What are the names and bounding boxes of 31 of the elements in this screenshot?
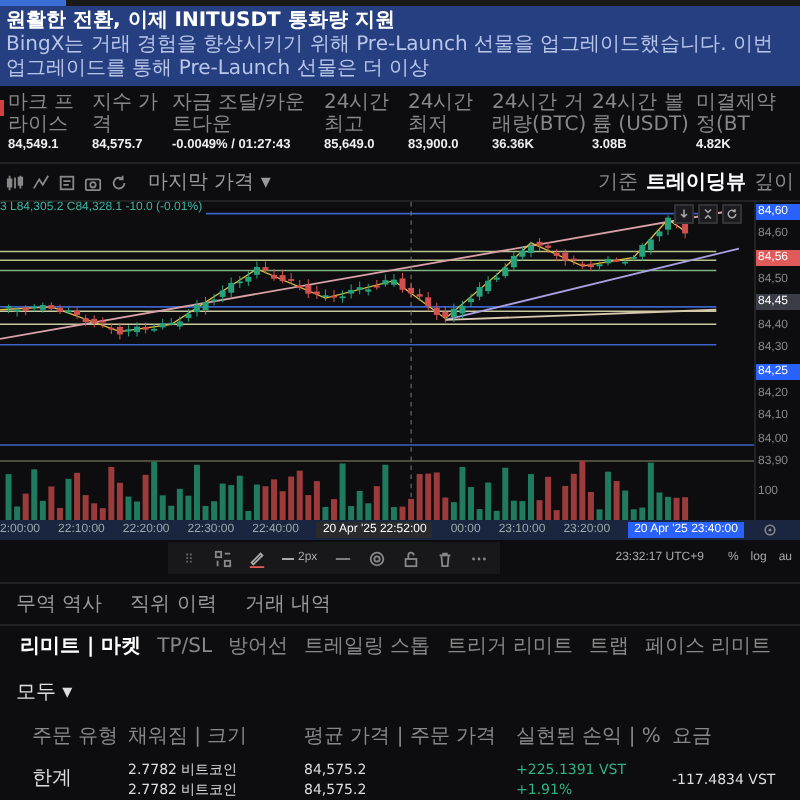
order-type-tab[interactable]: 트레일링 스톱 bbox=[304, 632, 431, 660]
stat-label: 24시간 최저 bbox=[408, 92, 476, 136]
view-tab[interactable]: 깊이 bbox=[754, 168, 794, 196]
column-header: 요금 bbox=[672, 724, 714, 750]
stat-label: 미결제약정(BT bbox=[696, 92, 776, 136]
history-tab[interactable]: 직위 이력 bbox=[130, 590, 217, 618]
stat-label: 24시간 볼륨 (USDT) bbox=[592, 92, 691, 136]
stat-label: 마크 프라이스 bbox=[8, 92, 77, 136]
column-header: 실현된 손익 | % bbox=[516, 724, 663, 750]
stat-label: 24시간 최고 bbox=[324, 92, 392, 136]
order-type-tab[interactable]: 방어선 bbox=[228, 632, 289, 660]
view-tab[interactable]: 트레이딩뷰 bbox=[646, 168, 746, 196]
stat-label: 자금 조달/카운트다운 bbox=[172, 92, 308, 136]
history-tab[interactable]: 무역 역사 bbox=[16, 590, 103, 618]
price-type-dropdown[interactable]: 마지막 가격 ▾ bbox=[148, 168, 271, 196]
column-header: 주문 유형 bbox=[32, 724, 121, 750]
banner-message: BingX는 거래 경험을 향상시키기 위해 Pre-Launch 선물을 업그레이드했습니다. 이번 업그레이드를 통해 Pre-Launch 선물은 더 이상 bbox=[6, 34, 776, 82]
column-header: 채워짐 | 크기 bbox=[128, 724, 250, 750]
stat-label: 지수 가격 bbox=[92, 92, 161, 136]
column-header: 평균 가격 | 주문 가격 bbox=[304, 724, 499, 750]
order-type-tab[interactable]: 트랩 bbox=[588, 632, 629, 660]
history-tab[interactable]: 거래 내역 bbox=[244, 590, 332, 618]
order-type-tab[interactable]: 리미트 | 마켓 bbox=[20, 632, 142, 660]
order-type-tab[interactable]: 트리거 리미트 bbox=[446, 632, 573, 660]
banner-title: 원활한 전환, 이제 INITUSDT 통화량 지원 bbox=[6, 10, 397, 34]
order-type-tab[interactable]: 페이스 리미트 bbox=[644, 632, 772, 660]
order-type-tab[interactable]: TP/SL bbox=[157, 632, 213, 660]
stat-label: 24시간 거래량(BTC) bbox=[492, 92, 588, 136]
table-cell-text: 한계 bbox=[32, 768, 74, 792]
filter-dropdown[interactable]: 모두 ▾ bbox=[16, 678, 73, 706]
view-tab[interactable]: 기준 bbox=[598, 168, 638, 196]
